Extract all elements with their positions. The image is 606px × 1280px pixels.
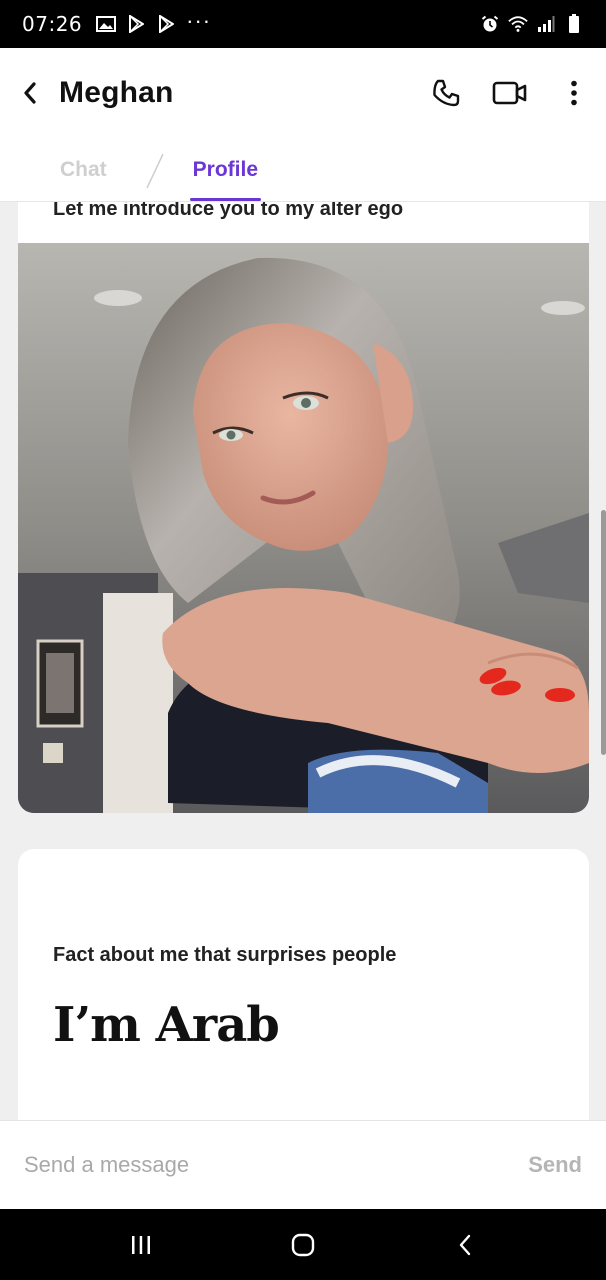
profile-photo[interactable] — [18, 243, 589, 813]
play-store-icon — [156, 15, 176, 33]
back-button[interactable] — [0, 63, 60, 123]
system-back-button[interactable] — [435, 1215, 495, 1275]
more-vertical-icon — [571, 80, 577, 106]
status-bar: 07:26 ··· — [0, 0, 606, 48]
prompt-question: Fact about me that surprises people — [53, 944, 397, 966]
message-input[interactable] — [24, 1152, 494, 1178]
play-store-icon — [126, 15, 146, 33]
photo-prompt-text: Let me introduce you to my alter ego — [53, 202, 404, 220]
more-notifications: ··· — [186, 8, 212, 33]
prompt-card: Fact about me that surprises people I’m … — [18, 849, 589, 1120]
battery-icon — [564, 14, 584, 33]
status-time: 07:26 — [22, 12, 83, 36]
tab-divider — [145, 153, 164, 189]
image-icon — [96, 15, 117, 33]
recents-button[interactable] — [111, 1215, 171, 1275]
video-camera-icon — [492, 81, 527, 105]
more-options-button[interactable] — [542, 63, 606, 123]
voice-call-button[interactable] — [414, 63, 478, 123]
tab-chat[interactable]: Chat — [60, 138, 107, 201]
send-button[interactable]: Send — [528, 1152, 582, 1178]
signal-icon — [536, 15, 556, 33]
scrollbar[interactable] — [601, 510, 606, 755]
prompt-answer: I’m Arab — [53, 997, 280, 1053]
back-icon — [459, 1234, 471, 1255]
phone-icon — [433, 79, 460, 107]
video-call-button[interactable] — [478, 63, 542, 123]
chat-profile-tabs: Chat Profile — [0, 138, 606, 202]
home-button[interactable] — [273, 1215, 333, 1275]
message-bar: Send — [0, 1120, 606, 1209]
contact-name[interactable]: Meghan — [59, 76, 174, 110]
photo-prompt-card: Let me introduce you to my alter ego — [18, 202, 589, 813]
chat-header: Meghan — [0, 48, 606, 138]
tab-profile[interactable]: Profile — [189, 138, 262, 201]
alarm-icon — [480, 15, 500, 33]
recents-icon — [132, 1235, 150, 1254]
home-icon — [291, 1233, 315, 1256]
wifi-icon — [508, 15, 528, 33]
profile-content[interactable]: Let me introduce you to my alter ego Fac… — [0, 202, 606, 1120]
system-nav-bar — [0, 1209, 606, 1280]
chevron-left-icon — [24, 82, 36, 104]
